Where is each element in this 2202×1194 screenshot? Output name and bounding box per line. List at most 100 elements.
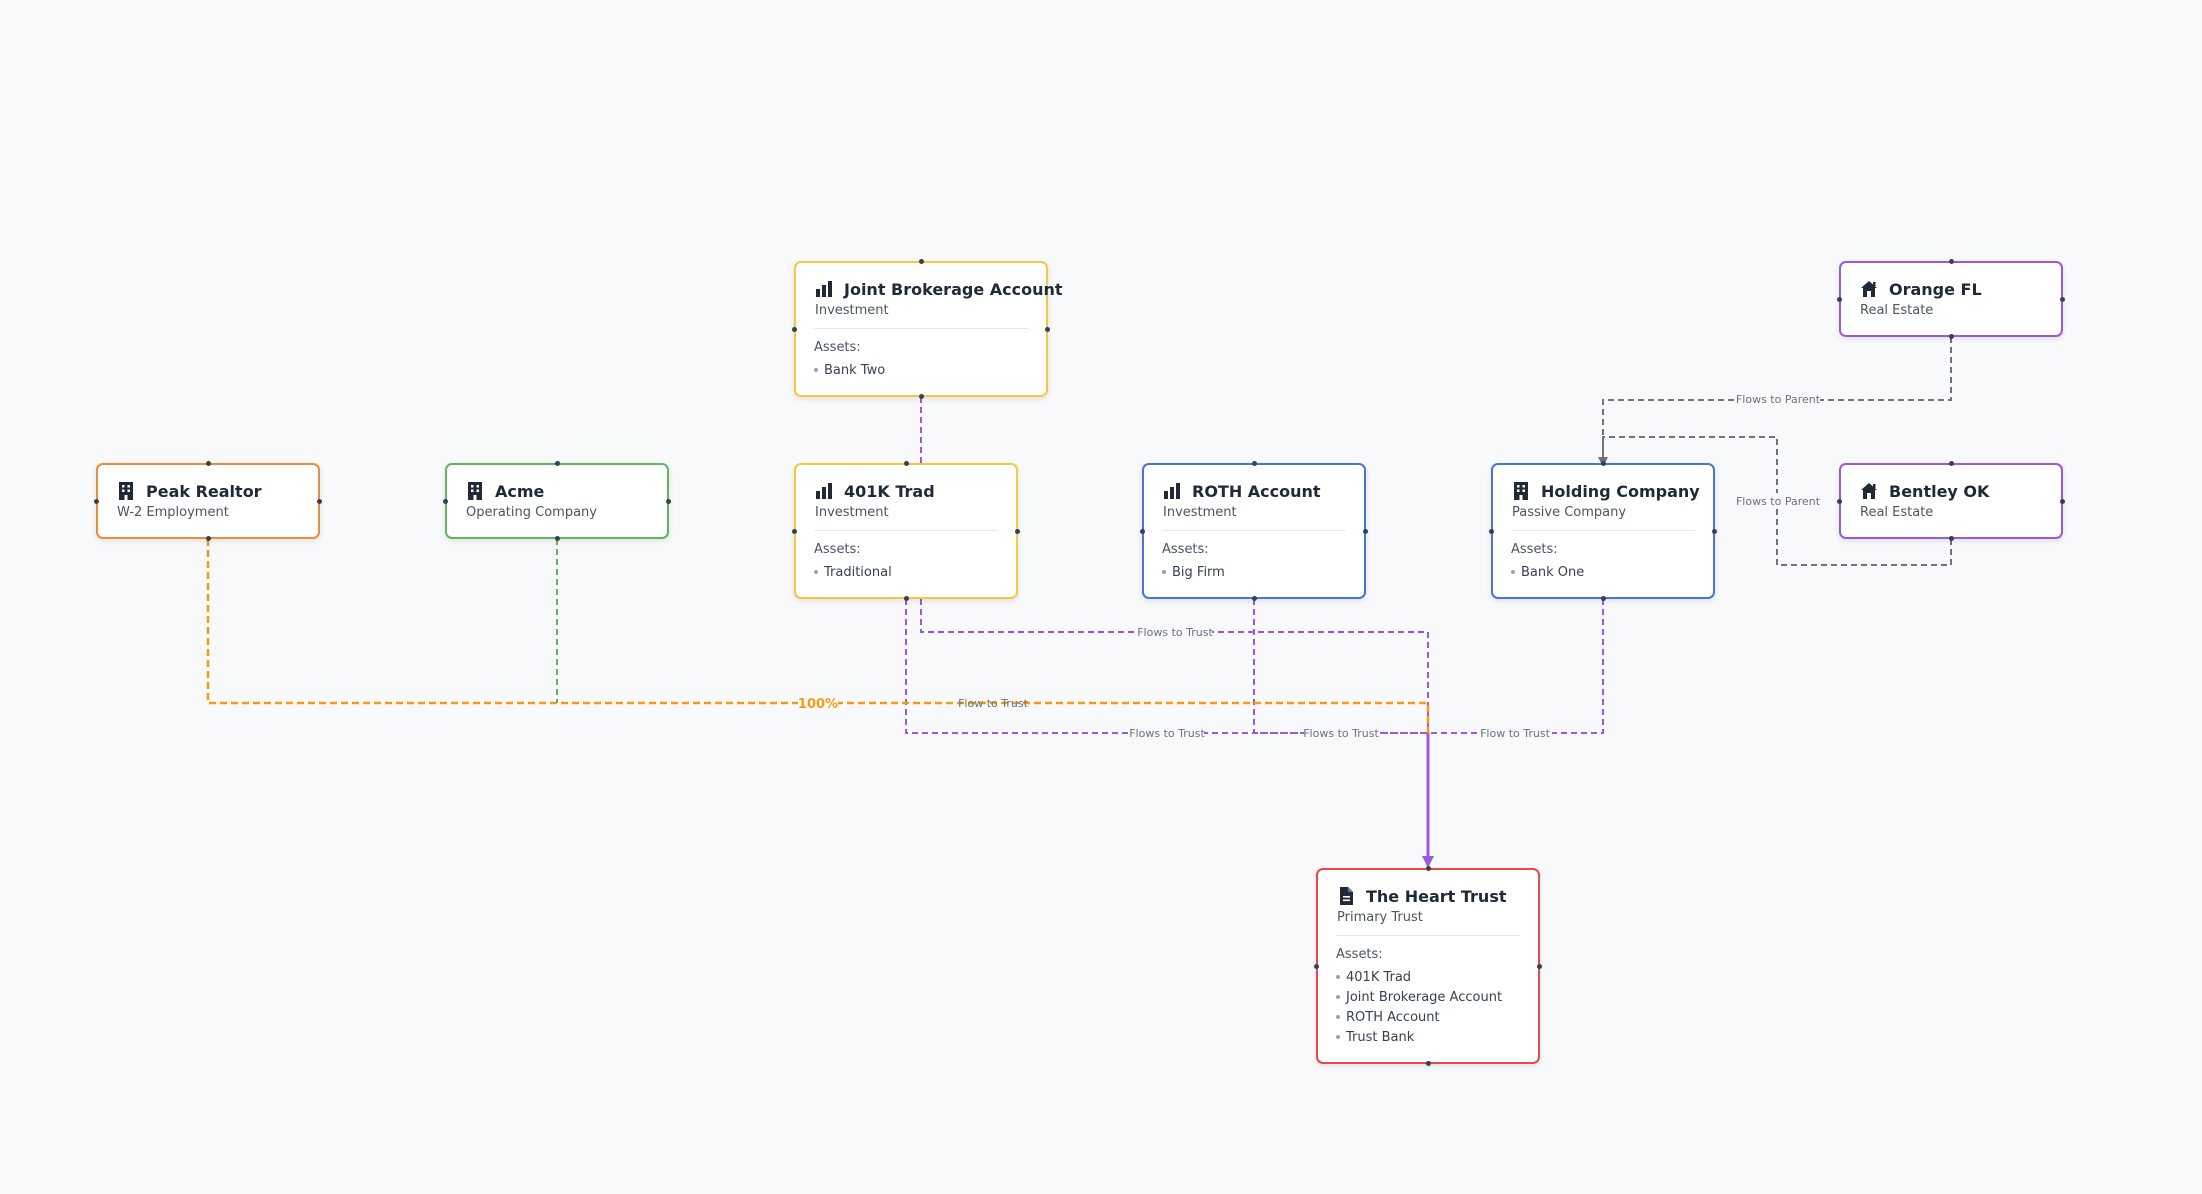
connection-handle[interactable] xyxy=(1045,326,1050,332)
edge-401k-to-trust-lower[interactable] xyxy=(905,599,1428,734)
assets-label: Assets: xyxy=(1336,947,1383,962)
connection-handle[interactable] xyxy=(205,536,211,541)
connection-handle[interactable] xyxy=(554,536,560,541)
node-subtitle: Passive Company xyxy=(1512,505,1627,520)
node-title: Bentley OK xyxy=(1889,481,1990,501)
node-peak-realtor[interactable]: Peak Realtor W-2 Employment xyxy=(94,461,322,541)
node-header: Peak Realtor xyxy=(116,480,300,502)
node-header: ROTH Account xyxy=(1162,480,1346,502)
node-subtitle: Real Estate xyxy=(1860,505,1934,520)
connection-handle[interactable] xyxy=(1948,461,1954,466)
connection-handle[interactable] xyxy=(1948,259,1954,264)
node-header: Acme xyxy=(465,480,649,502)
node-header: Orange FL xyxy=(1859,278,2043,300)
node-subtitle: Real Estate xyxy=(1860,303,1934,318)
bar-chart-icon xyxy=(816,281,832,297)
connection-handle[interactable] xyxy=(1712,528,1717,534)
connection-handle[interactable] xyxy=(918,394,924,399)
label-peak-to-trust: Flow to Trust xyxy=(958,697,1028,710)
connection-handle[interactable] xyxy=(1948,334,1954,339)
connection-handle[interactable] xyxy=(792,326,797,332)
node-title: Joint Brokerage Account xyxy=(844,279,1063,299)
label-brokerage-to-trust: Flows to Trust xyxy=(1129,727,1205,740)
asset-item: Joint Brokerage Account xyxy=(1336,988,1520,1008)
connection-handle[interactable] xyxy=(1314,963,1319,969)
connection-handle[interactable] xyxy=(554,461,560,466)
asset-item: Big Firm xyxy=(1162,563,1346,583)
diagram-canvas: Flows to Parent Flows to Parent Flows to… xyxy=(0,0,2202,1194)
divider xyxy=(814,328,1028,329)
node-header: Holding Company xyxy=(1511,480,1700,502)
connection-handle[interactable] xyxy=(443,498,448,504)
divider xyxy=(814,530,998,531)
label-roth-to-trust: Flows to Trust xyxy=(1303,727,1379,740)
building-icon xyxy=(1514,482,1528,500)
node-subtitle: W-2 Employment xyxy=(117,505,229,520)
divider xyxy=(1511,530,1695,531)
edge-roth-to-trust[interactable] xyxy=(1253,599,1428,734)
building-icon xyxy=(468,482,482,500)
connection-handle[interactable] xyxy=(1837,498,1842,504)
asset-item: Traditional xyxy=(814,563,998,583)
node-acme[interactable]: Acme Operating Company xyxy=(443,461,671,541)
asset-item: Bank Two xyxy=(814,361,1028,381)
label-orange-to-holding: Flows to Parent xyxy=(1736,393,1821,406)
connection-handle[interactable] xyxy=(2060,296,2065,302)
connection-handle[interactable] xyxy=(1600,461,1606,466)
divider xyxy=(1162,530,1346,531)
node-401k-trad[interactable]: 401K Trad Investment Assets: Traditional xyxy=(792,461,1020,601)
connection-handle[interactable] xyxy=(94,498,99,504)
connection-handle[interactable] xyxy=(1015,528,1020,534)
label-percent: 100% xyxy=(798,697,838,712)
asset-list: Big Firm xyxy=(1162,563,1346,583)
node-subtitle: Primary Trust xyxy=(1337,910,1423,925)
asset-item: Trust Bank xyxy=(1336,1028,1520,1048)
connection-handle[interactable] xyxy=(792,528,797,534)
edges-layer: Flows to Parent Flows to Parent Flows to… xyxy=(206,337,1952,868)
node-subtitle: Investment xyxy=(815,505,889,520)
connection-handle[interactable] xyxy=(903,596,909,601)
node-orange-fl[interactable]: Orange FL Real Estate xyxy=(1837,259,2065,339)
node-title: Orange FL xyxy=(1889,279,1982,299)
node-title: Holding Company xyxy=(1541,481,1700,501)
connection-handle[interactable] xyxy=(1837,296,1842,302)
connection-handle[interactable] xyxy=(903,461,909,466)
connection-handle[interactable] xyxy=(1600,596,1606,601)
connection-handle[interactable] xyxy=(317,498,322,504)
connection-handle[interactable] xyxy=(1251,461,1257,466)
node-title: Peak Realtor xyxy=(146,481,262,501)
node-header: Bentley OK xyxy=(1859,480,2043,502)
document-icon xyxy=(1340,887,1353,905)
node-joint-brokerage[interactable]: Joint Brokerage Account Investment Asset… xyxy=(792,259,1063,399)
asset-item: ROTH Account xyxy=(1336,1008,1520,1028)
assets-label: Assets: xyxy=(814,542,861,557)
node-roth-account[interactable]: ROTH Account Investment Assets: Big Firm xyxy=(1140,461,1368,601)
house-icon xyxy=(1861,281,1877,297)
asset-list: 401K Trad Joint Brokerage Account ROTH A… xyxy=(1336,968,1520,1048)
connection-handle[interactable] xyxy=(2060,498,2065,504)
connection-handle[interactable] xyxy=(205,461,211,466)
connection-handle[interactable] xyxy=(1363,528,1368,534)
connection-handle[interactable] xyxy=(1489,528,1494,534)
node-subtitle: Investment xyxy=(815,303,889,318)
bar-chart-icon xyxy=(1164,483,1180,499)
assets-label: Assets: xyxy=(1511,542,1558,557)
connection-handle[interactable] xyxy=(1537,963,1542,969)
node-heart-trust[interactable]: The Heart Trust Primary Trust Assets: 40… xyxy=(1314,866,1542,1066)
connection-handle[interactable] xyxy=(1948,536,1954,541)
divider xyxy=(1336,935,1520,936)
node-bentley-ok[interactable]: Bentley OK Real Estate xyxy=(1837,461,2065,541)
node-holding-company[interactable]: Holding Company Passive Company Assets: … xyxy=(1489,461,1717,601)
house-icon xyxy=(1861,483,1877,499)
node-header: The Heart Trust xyxy=(1336,885,1520,907)
assets-label: Assets: xyxy=(814,340,861,355)
node-header: Joint Brokerage Account xyxy=(814,278,1063,300)
connection-handle[interactable] xyxy=(1140,528,1145,534)
node-title: Acme xyxy=(495,481,545,501)
connection-handle[interactable] xyxy=(1251,596,1257,601)
label-401k-to-trust: Flows to Trust xyxy=(1137,626,1213,639)
connection-handle[interactable] xyxy=(918,259,924,264)
connection-handle[interactable] xyxy=(1425,866,1431,871)
connection-handle[interactable] xyxy=(666,498,671,504)
connection-handle[interactable] xyxy=(1425,1061,1431,1066)
